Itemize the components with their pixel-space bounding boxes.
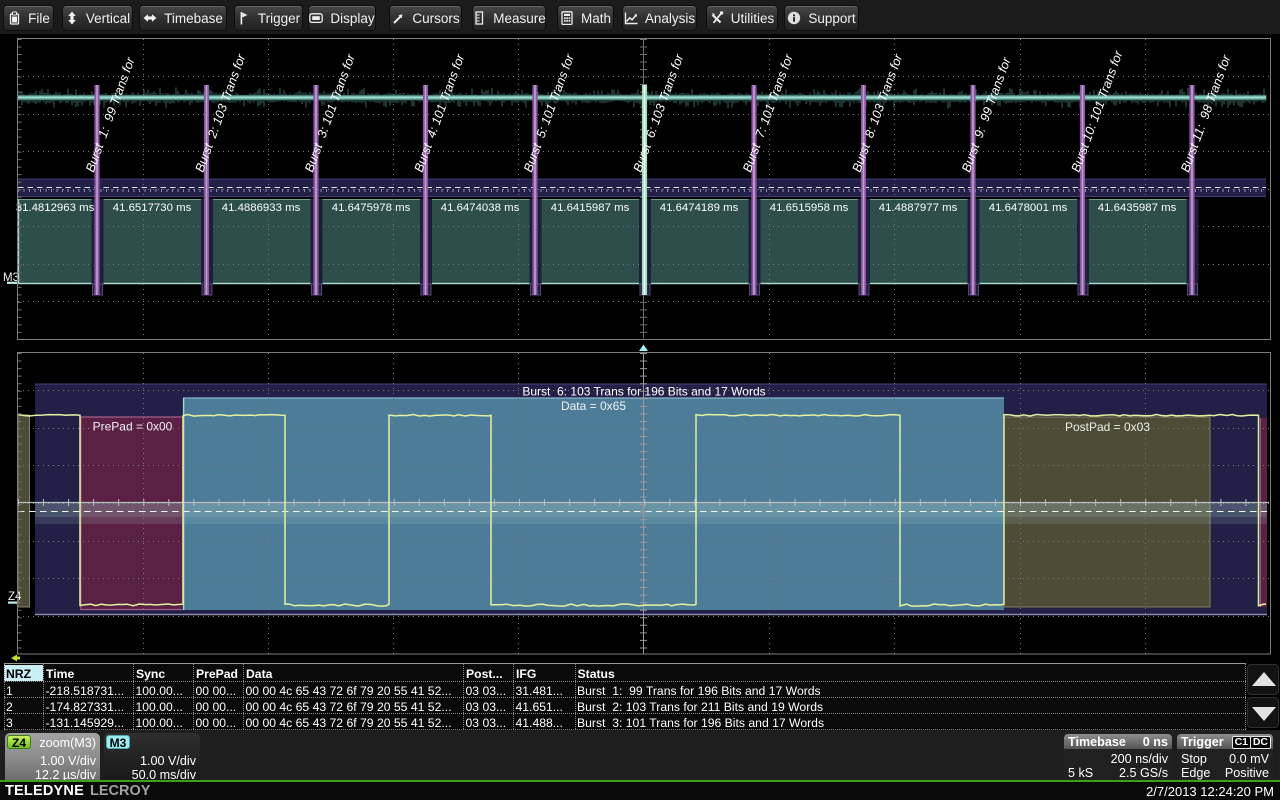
svg-text:41.6475978 ms: 41.6475978 ms <box>332 202 411 214</box>
svg-text:41.6515958 ms: 41.6515958 ms <box>770 202 849 214</box>
svg-text:PostPad = 0x03: PostPad = 0x03 <box>1065 420 1150 434</box>
svg-text:41.4887977 ms: 41.4887977 ms <box>879 202 958 214</box>
svg-text:41.6415987 ms: 41.6415987 ms <box>551 202 630 214</box>
svg-text:Data = 0x65: Data = 0x65 <box>561 399 626 413</box>
svg-text:Burst 6: 103 Trans for 196 Bi: Burst 6: 103 Trans for 196 Bits and 17 W… <box>522 385 765 399</box>
svg-text:PrePad = 0x00: PrePad = 0x00 <box>93 420 173 434</box>
svg-text:41.6474189 ms: 41.6474189 ms <box>660 202 739 214</box>
svg-text:41.6474038 ms: 41.6474038 ms <box>441 202 520 214</box>
svg-text:41.6478001 ms: 41.6478001 ms <box>989 202 1068 214</box>
svg-text:41.4886933 ms: 41.4886933 ms <box>222 202 301 214</box>
svg-text:41.6517730 ms: 41.6517730 ms <box>113 202 192 214</box>
svg-text:31.4812963 ms: 31.4812963 ms <box>16 202 95 214</box>
svg-text:Z4: Z4 <box>8 591 22 603</box>
svg-text:41.6435987 ms: 41.6435987 ms <box>1098 202 1177 214</box>
